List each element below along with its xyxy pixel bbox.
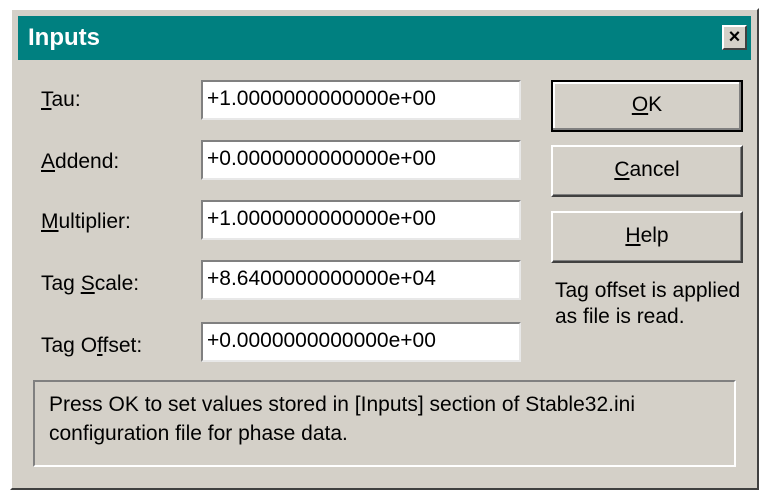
info-message: Press OK to set values stored in [Inputs… [33, 380, 736, 467]
tau-input[interactable]: +1.0000000000000e+00 [201, 80, 521, 120]
tag-offset-note: Tag offset is applied as file is read. [555, 279, 741, 328]
tag-scale-input[interactable]: +8.6400000000000e+04 [201, 260, 521, 300]
title-bar[interactable]: Inputs × [18, 16, 751, 60]
window-title: Inputs [28, 24, 100, 51]
help-button[interactable]: Help [551, 211, 743, 263]
multiplier-input[interactable]: +1.0000000000000e+00 [201, 200, 521, 240]
addend-input[interactable]: +0.0000000000000e+00 [201, 140, 521, 180]
tau-label: Tau: [41, 88, 81, 111]
ok-button[interactable]: OK [551, 80, 743, 132]
multiplier-label: Multiplier: [41, 210, 131, 233]
tag-offset-input[interactable]: +0.0000000000000e+00 [201, 322, 521, 362]
tag-scale-label: Tag Scale: [41, 272, 140, 295]
close-button[interactable]: × [722, 25, 747, 50]
cancel-button[interactable]: Cancel [551, 145, 743, 197]
addend-label: Addend: [41, 150, 120, 173]
tag-offset-label: Tag Offset: [41, 334, 143, 357]
inputs-dialog: Inputs × Tau: +1.0000000000000e+00 Adden… [10, 8, 759, 490]
close-icon: × [728, 26, 741, 48]
